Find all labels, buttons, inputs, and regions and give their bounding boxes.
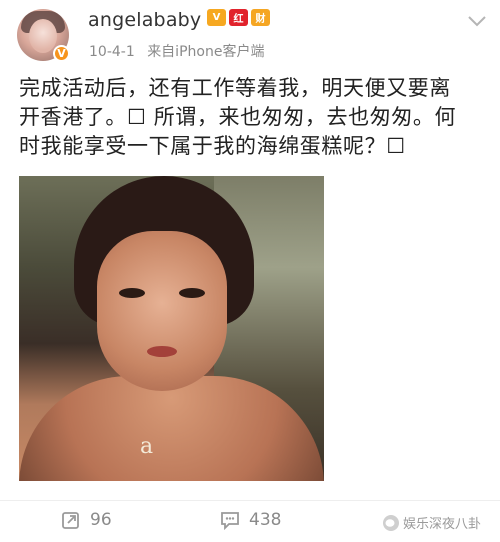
post-source: 来自iPhone客户端 — [147, 44, 265, 60]
post-text-line: 完成活动后，还有工作等着我，明天便又要离 — [19, 76, 451, 100]
photo-face — [97, 231, 227, 391]
wealth-badge-icon[interactable]: 财 — [251, 9, 270, 26]
comment-icon — [221, 512, 239, 531]
photo-eye-right — [179, 288, 205, 298]
post-meta: 10-4-1 来自iPhone客户端 — [89, 41, 264, 61]
repost-count: 96 — [90, 510, 112, 530]
comment-count: 438 — [249, 510, 282, 530]
post-photo[interactable]: a — [19, 176, 324, 481]
vip-badge-icon[interactable]: V — [207, 9, 226, 26]
user-badges: V 红 财 — [207, 9, 270, 26]
comment-button[interactable]: 438 — [219, 509, 281, 531]
necklace-pendant: a — [140, 434, 154, 459]
chevron-down-icon[interactable] — [466, 14, 488, 28]
post-text-line: 开香港了。☐ 所谓，来也匆匆，去也匆匆。何 — [19, 105, 457, 129]
post-time: 10-4-1 — [89, 44, 135, 60]
photo-lips — [147, 346, 177, 357]
watermark-text: 娱乐深夜八卦 — [403, 517, 482, 532]
username[interactable]: angelababy — [88, 9, 201, 31]
watermark: 娱乐深夜八卦 — [383, 513, 481, 532]
post-text-line: 时我能享受一下属于我的海绵蛋糕呢？☐ — [19, 134, 406, 158]
repost-icon — [62, 512, 79, 529]
post-header: V angelababy V 红 财 10-4-1 来自iPhone客户端 — [0, 0, 500, 68]
divider — [0, 500, 500, 501]
avatar-face — [29, 19, 57, 53]
repost-button[interactable]: 96 — [60, 509, 112, 531]
red-envelope-badge-icon[interactable]: 红 — [229, 9, 248, 26]
photo-eye-left — [119, 288, 145, 298]
verified-badge-icon: V — [53, 45, 70, 62]
wechat-icon — [383, 514, 399, 531]
post-actions: 96 438 娱乐深夜八卦 — [0, 503, 500, 542]
post-text: 完成活动后，还有工作等着我，明天便又要离 开香港了。☐ 所谓，来也匆匆，去也匆匆… — [19, 74, 487, 161]
